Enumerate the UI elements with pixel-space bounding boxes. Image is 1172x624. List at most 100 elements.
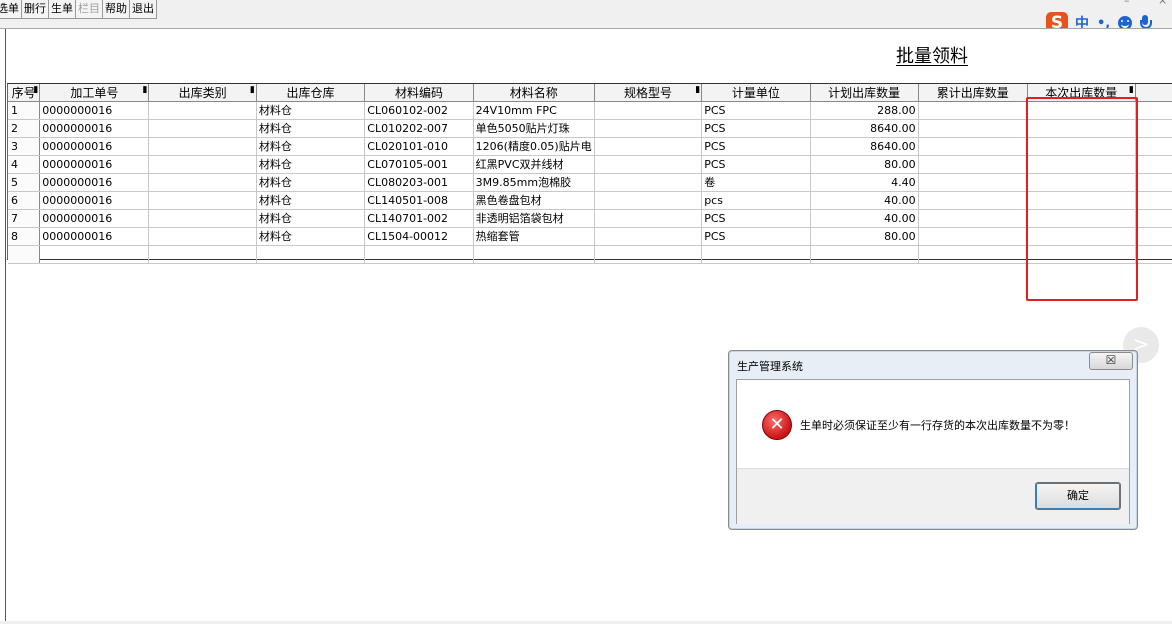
cell-material-code[interactable]: CL070105-001 [364,155,474,174]
help-button[interactable]: 帮助 [102,0,130,19]
cell-spec[interactable] [594,155,703,174]
cell-order-no[interactable]: 0000000016 [39,155,150,174]
generate-order-button[interactable]: 生单 [48,0,76,19]
cell-cumulative-qty[interactable] [918,119,1028,138]
cell-out-type[interactable] [148,245,257,264]
delete-row-button[interactable]: 删行 [21,0,49,19]
cell-seq[interactable]: 5 [8,173,41,192]
column-header-spec[interactable]: 规格型号 ▮ [594,84,703,102]
cell-unit[interactable]: PCS [701,119,811,138]
cell-cumulative-qty[interactable] [918,245,1028,264]
cell-cumulative-qty[interactable] [918,137,1028,156]
column-header-warehouse[interactable]: 出库仓库 [256,84,366,102]
cell-material-code[interactable] [364,245,474,264]
cell-spec[interactable] [594,191,703,210]
cell-current-qty[interactable] [1027,137,1136,156]
cell-unit[interactable]: PCS [701,209,811,228]
cell-warehouse[interactable]: 材料仓 [256,227,366,246]
cell-spec[interactable] [594,137,703,156]
cell-warehouse[interactable]: 材料仓 [256,191,366,210]
cell-order-no[interactable]: 0000000016 [39,101,150,120]
column-header-out-type[interactable]: 出库类别 ▮ [148,84,257,102]
table-row[interactable]: 7 0000000016 材料仓 CL140701-002 非透明铝箔袋包材 PCS 40.… [8,209,1172,228]
cell-material-name[interactable]: 3M9.85mm泡棉胶 [473,173,595,192]
column-header-order-no[interactable]: 加工单号 ▮ [39,84,150,102]
cell-current-qty[interactable] [1027,245,1136,264]
cell-material-name[interactable]: 红黑PVC双并线材 [473,155,595,174]
cell-material-code[interactable]: CL140501-008 [364,191,474,210]
cell-seq[interactable]: 1 [8,101,41,120]
cell-current-qty[interactable] [1027,155,1136,174]
cell-unit[interactable]: 卷 [701,173,811,192]
cell-warehouse[interactable]: 材料仓 [256,155,366,174]
table-row[interactable]: 5 0000000016 材料仓 CL080203-001 3M9.85mm泡棉胶 卷 4.… [8,173,1172,192]
cell-planned-qty[interactable]: 40.00 [810,209,919,228]
cell-seq[interactable]: 3 [8,137,41,156]
cell-planned-qty[interactable]: 8640.00 [810,137,919,156]
cell-unit[interactable] [701,245,811,264]
cell-out-type[interactable] [148,173,257,192]
cell-order-no[interactable] [39,245,150,264]
close-window-icon[interactable]: × [1158,0,1167,7]
cell-order-no[interactable]: 0000000016 [39,137,150,156]
cell-spec[interactable] [594,245,703,264]
cell-material-name[interactable]: 24V10mm FPC [473,101,595,120]
table-row[interactable]: 3 0000000016 材料仓 CL020101-010 1206(精度0.05)贴片… [8,137,1172,156]
cell-material-code[interactable]: CL140701-002 [364,209,474,228]
cell-out-type[interactable] [148,209,257,228]
cell-material-name[interactable]: 热缩套管 [473,227,595,246]
column-header-unit[interactable]: 计量单位 [701,84,811,102]
cell-material-name[interactable]: 1206(精度0.05)贴片电 [473,137,595,156]
cell-planned-qty[interactable]: 40.00 [810,191,919,210]
cell-planned-qty[interactable]: 80.00 [810,155,919,174]
exit-button[interactable]: 退出 [129,0,157,19]
cell-seq[interactable]: 2 [8,119,41,138]
table-row[interactable]: 8 0000000016 材料仓 CL1504-00012 热缩套管 PCS 80.00 [8,227,1172,246]
cell-unit[interactable]: PCS [701,155,811,174]
cell-warehouse[interactable]: 材料仓 [256,119,366,138]
cell-cumulative-qty[interactable] [918,173,1028,192]
cell-material-name[interactable]: 单色5050贴片灯珠 [473,119,595,138]
cell-warehouse[interactable]: 材料仓 [256,137,366,156]
cell-planned-qty[interactable]: 8640.00 [810,119,919,138]
cell-unit[interactable]: PCS [701,227,811,246]
table-row[interactable]: 1 0000000016 材料仓 CL060102-002 24V10mm FPC PCS… [8,101,1172,120]
cell-cumulative-qty[interactable] [918,155,1028,174]
cell-order-no[interactable]: 0000000016 [39,191,150,210]
cell-seq[interactable]: 7 [8,209,41,228]
cell-warehouse[interactable]: 材料仓 [256,101,366,120]
column-header-current-qty[interactable]: 本次出库数量 ▮ [1027,84,1136,102]
cell-unit[interactable]: PCS [701,137,811,156]
cell-material-code[interactable]: CL1504-00012 [364,227,474,246]
cell-spec[interactable] [594,101,703,120]
cell-seq[interactable] [8,245,41,264]
cell-current-qty[interactable] [1027,173,1136,192]
cell-order-no[interactable]: 0000000016 [39,173,150,192]
cell-out-type[interactable] [148,191,257,210]
cell-cumulative-qty[interactable] [918,209,1028,228]
cell-planned-qty[interactable]: 80.00 [810,227,919,246]
cell-warehouse[interactable]: 材料仓 [256,173,366,192]
table-row[interactable] [8,245,1172,264]
cell-seq[interactable]: 4 [8,155,41,174]
cell-material-name[interactable]: 非透明铝箔袋包材 [473,209,595,228]
cell-spec[interactable] [594,227,703,246]
minimize-icon[interactable]: – [1124,0,1130,7]
cell-material-code[interactable]: CL060102-002 [364,101,474,120]
cell-material-code[interactable]: CL010202-007 [364,119,474,138]
column-header-material-code[interactable]: 材料编码 [364,84,474,102]
cell-warehouse[interactable] [256,245,366,264]
cell-current-qty[interactable] [1027,227,1136,246]
cell-current-qty[interactable] [1027,119,1136,138]
table-row[interactable]: 2 0000000016 材料仓 CL010202-007 单色5050贴片灯珠 PCS 8… [8,119,1172,138]
cell-material-code[interactable]: CL080203-001 [364,173,474,192]
ok-button[interactable]: 确定 [1035,482,1121,510]
column-header-planned-qty[interactable]: 计划出库数量 [810,84,919,102]
cell-spec[interactable] [594,209,703,228]
cell-current-qty[interactable] [1027,101,1136,120]
cell-unit[interactable]: PCS [701,101,811,120]
cell-unit[interactable]: pcs [701,191,811,210]
cell-cumulative-qty[interactable] [918,101,1028,120]
cell-material-name[interactable]: 黑色卷盘包材 [473,191,595,210]
cell-spec[interactable] [594,119,703,138]
